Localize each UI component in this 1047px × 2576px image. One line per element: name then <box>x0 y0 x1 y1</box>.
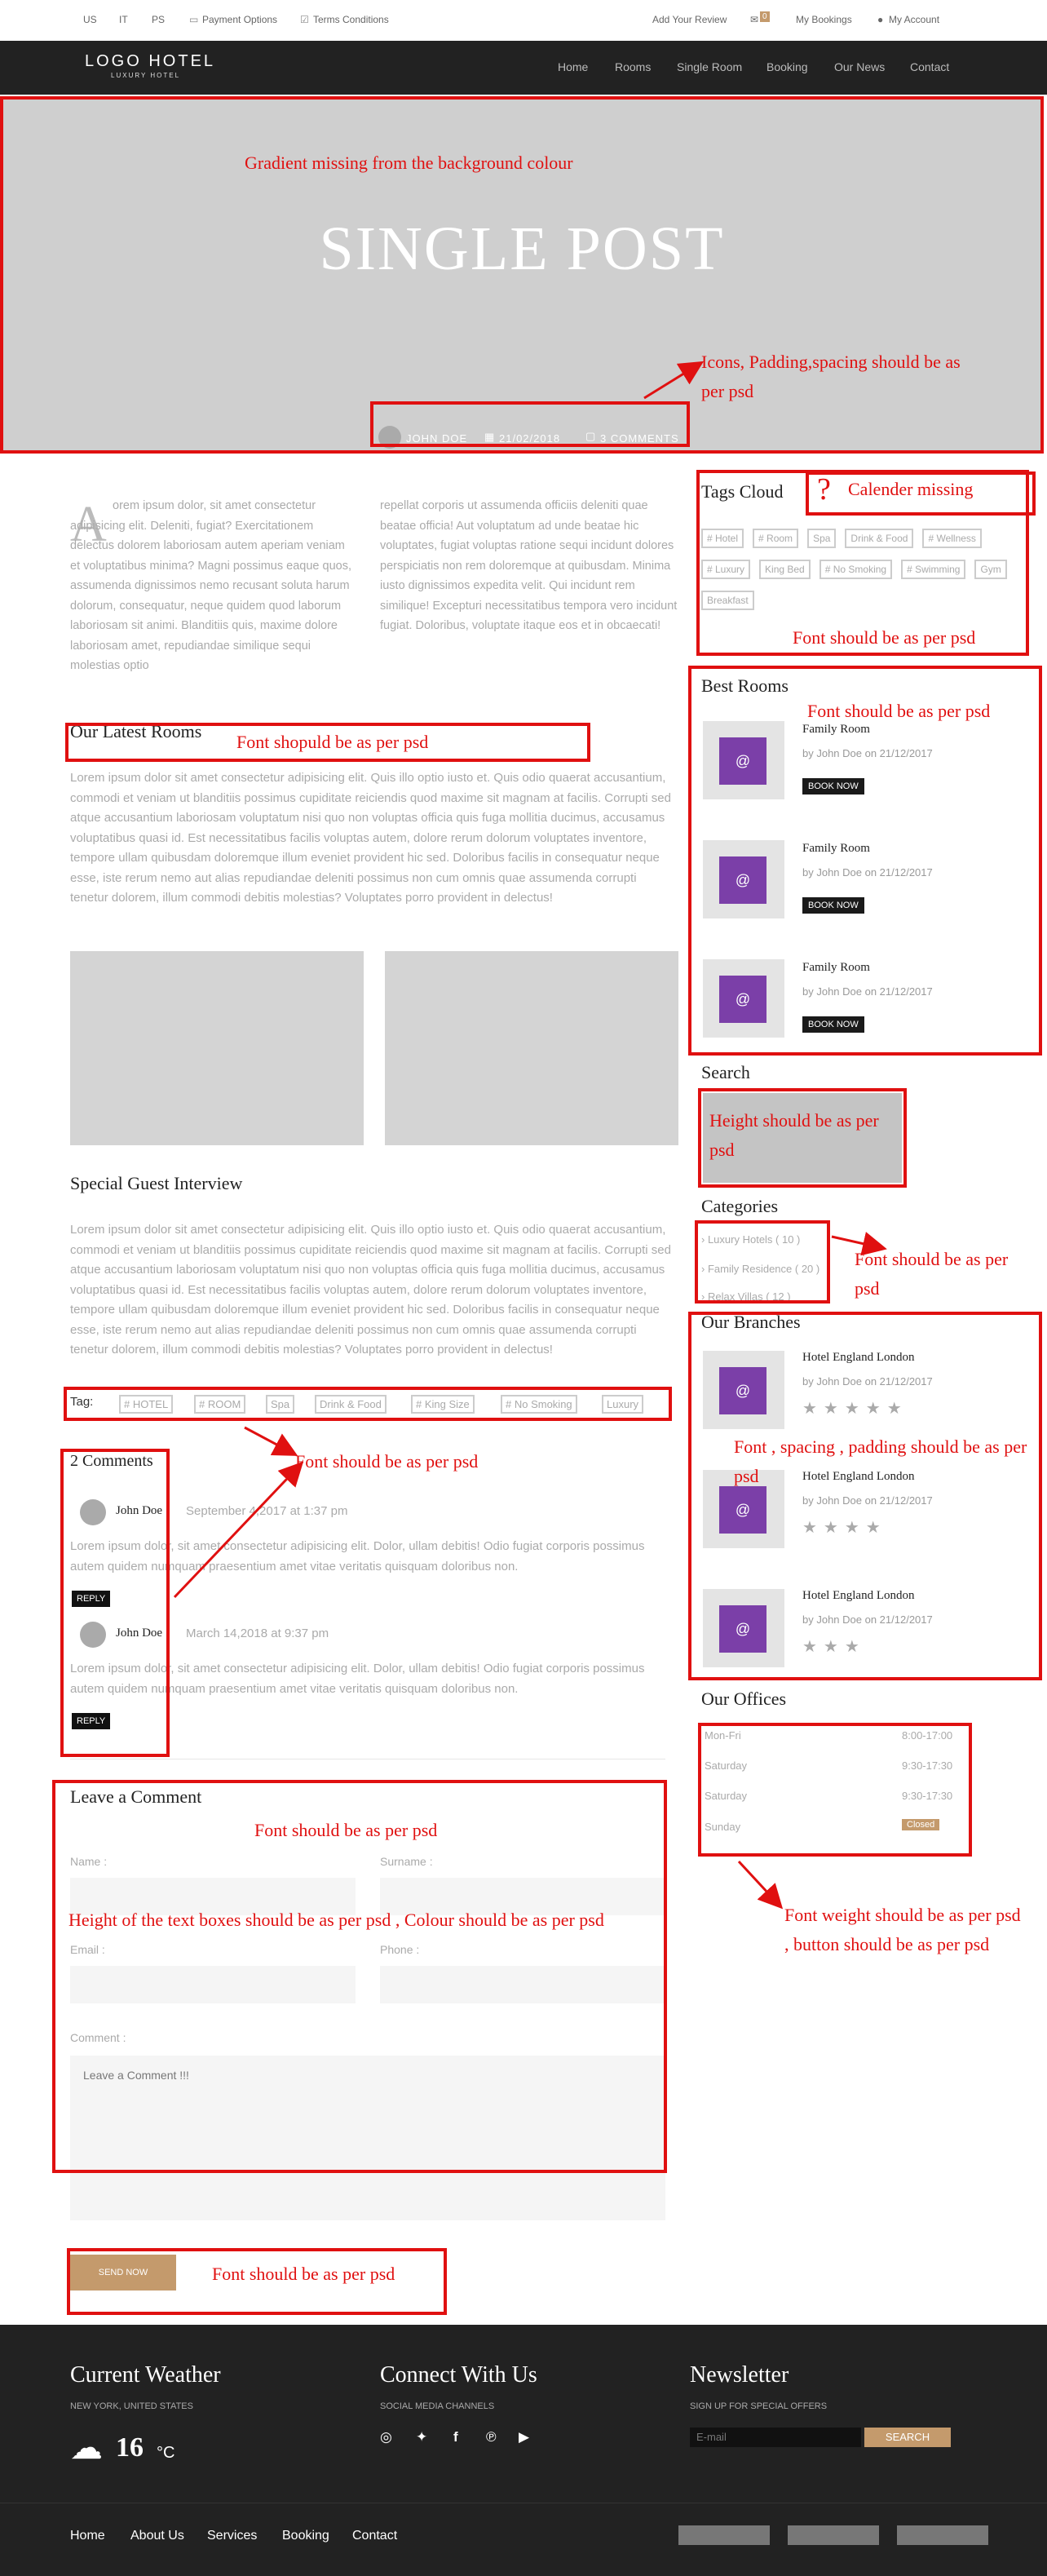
annotation-note: Font should be as per psd <box>807 701 991 721</box>
review-link[interactable]: Add Your Review <box>652 14 727 25</box>
room-image-1[interactable] <box>70 951 364 1145</box>
latest-rooms-text: Lorem ipsum dolor sit amet consectetur a… <box>70 771 671 905</box>
logo[interactable]: LOGO HOTEL <box>85 52 215 71</box>
annotation-box <box>370 401 690 447</box>
comment-date: September 4,2017 at 1:37 pm <box>186 1504 348 1518</box>
annotation-note: Font should be as per psd <box>793 627 976 648</box>
mail-icon[interactable]: ✉ <box>750 14 758 25</box>
annotation-box <box>688 1312 1042 1680</box>
cloud-icon: ☁ <box>70 2430 103 2466</box>
footer-link-booking[interactable]: Booking <box>282 2529 329 2543</box>
facebook-icon[interactable]: f <box>453 2429 458 2445</box>
lang-us[interactable]: US <box>83 14 97 25</box>
annotation-note: Height should be as per psd <box>709 1110 879 1160</box>
nav-news[interactable]: Our News <box>834 60 885 73</box>
annotation-note: Height of the text boxes should be as pe… <box>68 1910 604 1930</box>
email-input[interactable]: E-mail <box>690 2428 861 2447</box>
newsletter-title: Newsletter <box>690 2362 789 2388</box>
annotation-box <box>60 1449 170 1757</box>
annotation-note: Calender missing <box>848 479 974 499</box>
footer-link-home[interactable]: Home <box>70 2529 105 2543</box>
bookings-link[interactable]: My Bookings <box>796 14 852 25</box>
header: LOGO HOTEL LUXURY HOTEL <box>0 41 1047 95</box>
offices-title: Our Offices <box>701 1689 787 1709</box>
comment-date: March 14,2018 at 9:37 pm <box>186 1627 329 1640</box>
check-icon: ☑ <box>300 14 309 25</box>
weather-title: Current Weather <box>70 2362 221 2388</box>
footer-link-contact[interactable]: Contact <box>352 2529 397 2543</box>
annotation-note: Gradient missing from the background col… <box>245 153 573 173</box>
nav-single-room[interactable]: Single Room <box>677 60 742 73</box>
annotation-note: Font , spacing , padding should be as pe… <box>734 1436 1027 1486</box>
annotation-note: Font should be as per psd <box>254 1820 438 1840</box>
annotation-note: Font shopuld be as per psd <box>236 732 429 752</box>
card-icon: ▭ <box>189 14 199 25</box>
annotation-box <box>698 1723 972 1857</box>
annotation-box <box>695 1220 830 1303</box>
youtube-icon[interactable]: ▶ <box>519 2429 529 2445</box>
footer-badge[interactable] <box>678 2525 770 2545</box>
footer-badge[interactable] <box>897 2525 988 2545</box>
lang-ps[interactable]: PS <box>152 14 165 25</box>
categories-title: Categories <box>701 1196 779 1216</box>
annotation-note: Font should be as per psd <box>212 2264 395 2284</box>
cart-badge: 0 <box>760 11 770 22</box>
weather-subtitle: NEW YORK, UNITED STATES <box>70 2401 193 2411</box>
user-icon: ● <box>877 14 884 25</box>
nav-contact[interactable]: Contact <box>910 60 949 73</box>
nav-rooms[interactable]: Rooms <box>615 60 651 73</box>
terms-link[interactable]: Terms Conditions <box>313 14 389 25</box>
connect-subtitle: SOCIAL MEDIA CHANNELS <box>380 2401 495 2411</box>
connect-title: Connect With Us <box>380 2362 537 2388</box>
search-title: Search <box>701 1062 750 1082</box>
temp-unit: °C <box>157 2444 175 2462</box>
lang-it[interactable]: IT <box>119 14 128 25</box>
newsletter-search-button[interactable]: SEARCH <box>864 2428 951 2447</box>
footer-link-services[interactable]: Services <box>207 2529 257 2543</box>
question-icon: ? <box>817 472 831 507</box>
room-image-2[interactable] <box>385 951 678 1145</box>
logo-subtitle: LUXURY HOTEL <box>111 72 181 79</box>
instagram-icon[interactable]: ◎ <box>380 2429 392 2445</box>
email-placeholder: E-mail <box>696 2431 727 2443</box>
footer-link-about[interactable]: About Us <box>130 2529 184 2543</box>
footer-badge[interactable] <box>788 2525 879 2545</box>
temperature: 16 <box>116 2432 144 2463</box>
article-col-1: orem ipsum dolor, sit amet consectetur a… <box>70 499 351 672</box>
account-link[interactable]: My Account <box>889 14 939 25</box>
twitter-icon[interactable]: ✦ <box>416 2429 427 2445</box>
pinterest-icon[interactable]: ℗ <box>486 2429 497 2445</box>
annotation-note: Font should be as per psd <box>295 1451 479 1472</box>
nav-home[interactable]: Home <box>558 60 588 73</box>
annotation-note: Font should be as per psd <box>855 1249 1009 1299</box>
article-col-2: repellat corporis ut assumenda officiis … <box>380 499 678 632</box>
newsletter-subtitle: SIGN UP FOR SPECIAL OFFERS <box>690 2401 828 2411</box>
interview-text: Lorem ipsum dolor sit amet consectetur a… <box>70 1223 671 1357</box>
payment-link[interactable]: Payment Options <box>202 14 277 25</box>
annotation-box <box>64 1387 672 1421</box>
nav-booking[interactable]: Booking <box>766 60 808 73</box>
annotation-note: Font weight should be as per psd , butto… <box>784 1905 1021 1954</box>
annotation-note: Icons, Padding,spacing should be as per … <box>701 352 961 401</box>
interview-title: Special Guest Interview <box>70 1173 243 1193</box>
